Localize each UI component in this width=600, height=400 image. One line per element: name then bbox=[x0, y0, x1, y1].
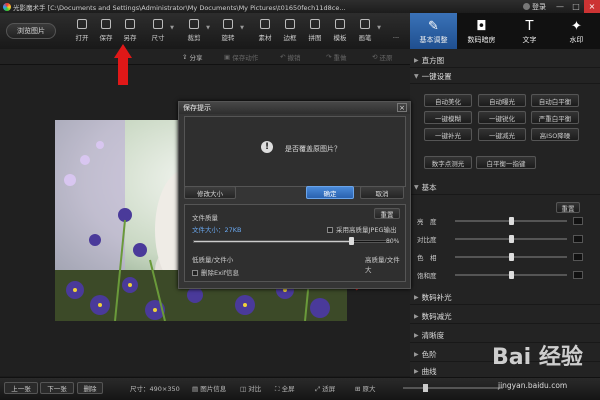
previous-image-button[interactable]: 上一张 bbox=[4, 382, 38, 394]
image-info-button[interactable]: ▤ 图片信息 bbox=[192, 383, 226, 393]
auto-beautify-button[interactable]: 自动美化 bbox=[424, 94, 472, 107]
chevron-right-icon: ▶ bbox=[414, 350, 419, 358]
delete-button[interactable]: 删除 bbox=[77, 382, 103, 394]
resize-image-button[interactable]: 修改大小 bbox=[184, 186, 236, 199]
slider-thumb[interactable] bbox=[509, 252, 514, 261]
high-quality-label: 高质量/文件大 bbox=[365, 256, 400, 274]
one-click-blur-button[interactable]: 一键模糊 bbox=[424, 111, 472, 124]
slider-thumb[interactable] bbox=[423, 384, 428, 392]
spin-box[interactable] bbox=[573, 270, 583, 279]
fullscreen-button[interactable]: ⛶ 全屏 bbox=[275, 383, 295, 394]
image-size-label: 尺寸：490×350 bbox=[130, 385, 180, 393]
quality-slider-fill bbox=[194, 241, 353, 242]
slider-thumb[interactable] bbox=[509, 234, 514, 243]
low-quality-label: 低质量/文件小 bbox=[192, 256, 234, 264]
chevron-right-icon: ▶ bbox=[414, 293, 419, 301]
confirm-button[interactable]: 确定 bbox=[306, 186, 354, 199]
checkbox[interactable] bbox=[192, 270, 198, 276]
one-click-section[interactable]: ▼ 一键设置 bbox=[410, 69, 600, 84]
basic-section[interactable]: ▼ 基本 bbox=[410, 180, 600, 195]
dialog-title-bar: 保存提示 × bbox=[179, 102, 410, 114]
chevron-right-icon: ▶ bbox=[414, 312, 419, 320]
fill-light-button[interactable]: 一键补光 bbox=[424, 128, 472, 141]
reset-quality-button[interactable]: 重置 bbox=[374, 208, 400, 219]
slider-thumb[interactable] bbox=[509, 270, 514, 279]
chevron-right-icon: ▶ bbox=[414, 331, 419, 339]
spin-box[interactable] bbox=[573, 234, 583, 243]
chevron-right-icon: ▶ bbox=[414, 367, 419, 375]
high-iso-denoise-button[interactable]: 高ISO降噪 bbox=[531, 128, 579, 141]
spin-box[interactable] bbox=[573, 216, 583, 225]
watermark-brand: Bai 经验 bbox=[492, 345, 583, 370]
quality-slider[interactable] bbox=[193, 237, 391, 245]
compare-button[interactable]: ◫ 对比 bbox=[240, 383, 261, 393]
one-click-sharpen-button[interactable]: 一键锐化 bbox=[478, 111, 526, 124]
fullscreen-icon: ⛶ bbox=[275, 385, 282, 393]
chevron-down-icon: ▼ bbox=[414, 183, 419, 191]
slider-thumb[interactable] bbox=[509, 216, 514, 225]
dialog-message-area: ! 是否覆盖原图片？ bbox=[184, 116, 406, 187]
fill-light-section[interactable]: ▶ 数码补光 bbox=[410, 290, 600, 305]
reset-basic-button[interactable]: 重置 bbox=[556, 202, 580, 213]
compare-icon: ◫ bbox=[240, 385, 249, 393]
dialog-close-button[interactable]: × bbox=[397, 103, 407, 112]
hue-slider[interactable]: 色 相 bbox=[417, 251, 592, 262]
file-size-label: 文件大小：27KB bbox=[192, 226, 242, 234]
slider-thumb[interactable] bbox=[349, 237, 355, 245]
strict-white-balance-button[interactable]: 严重白平衡 bbox=[531, 111, 579, 124]
info-icon: ▤ bbox=[192, 385, 201, 393]
next-image-button[interactable]: 下一张 bbox=[40, 382, 74, 394]
baidu-jingyan-watermark: Bai 经验 jingyan.baidu.com bbox=[470, 325, 600, 400]
spin-box[interactable] bbox=[573, 252, 583, 261]
reduce-light-section[interactable]: ▶ 数码减光 bbox=[410, 309, 600, 324]
chevron-right-icon: ▶ bbox=[414, 56, 419, 64]
auto-exposure-button[interactable]: 自动曝光 bbox=[478, 94, 526, 107]
chevron-down-icon: ▼ bbox=[414, 72, 419, 80]
file-quality-section: 文件质量 重置 文件大小：27KB 采用高质量JPEG输出 80% 低质量/文件… bbox=[184, 204, 406, 282]
high-quality-jpeg-checkbox[interactable]: 采用高质量JPEG输出 bbox=[327, 224, 396, 234]
fit-screen-button[interactable]: ⤢ 适屏 bbox=[315, 383, 335, 394]
red-arrow-icon bbox=[114, 44, 132, 85]
file-quality-label: 文件质量 bbox=[192, 214, 218, 222]
reduce-light-button[interactable]: 一键减光 bbox=[478, 128, 526, 141]
cancel-button[interactable]: 取消 bbox=[360, 186, 404, 199]
quality-percent: 80% bbox=[386, 238, 400, 245]
question-icon: ! bbox=[261, 141, 273, 153]
original-size-icon: ⊞ bbox=[355, 385, 363, 393]
dialog-question: 是否覆盖原图片？ bbox=[285, 145, 341, 153]
saturation-slider[interactable]: 饱和度 bbox=[417, 269, 592, 280]
contrast-slider[interactable]: 对比度 bbox=[417, 233, 592, 244]
histogram-section[interactable]: ▶ 直方图 bbox=[410, 53, 600, 68]
watermark-url: jingyan.baidu.com bbox=[498, 381, 568, 390]
save-prompt-dialog: 保存提示 × ! 是否覆盖原图片？ 修改大小 确定 取消 文件质量 重置 文件大… bbox=[178, 101, 411, 289]
auto-white-balance-button[interactable]: 自动白平衡 bbox=[531, 94, 579, 107]
checkbox[interactable] bbox=[327, 227, 333, 233]
original-size-button[interactable]: ⊞ 原大 bbox=[355, 383, 376, 393]
remove-exif-checkbox[interactable]: 删除Exif信息 bbox=[192, 267, 239, 277]
white-balance-picker-button[interactable]: 白平衡一指键 bbox=[476, 156, 536, 169]
spot-metering-button[interactable]: 数字点测光 bbox=[424, 156, 472, 169]
brightness-slider[interactable]: 亮 度 bbox=[417, 215, 592, 226]
